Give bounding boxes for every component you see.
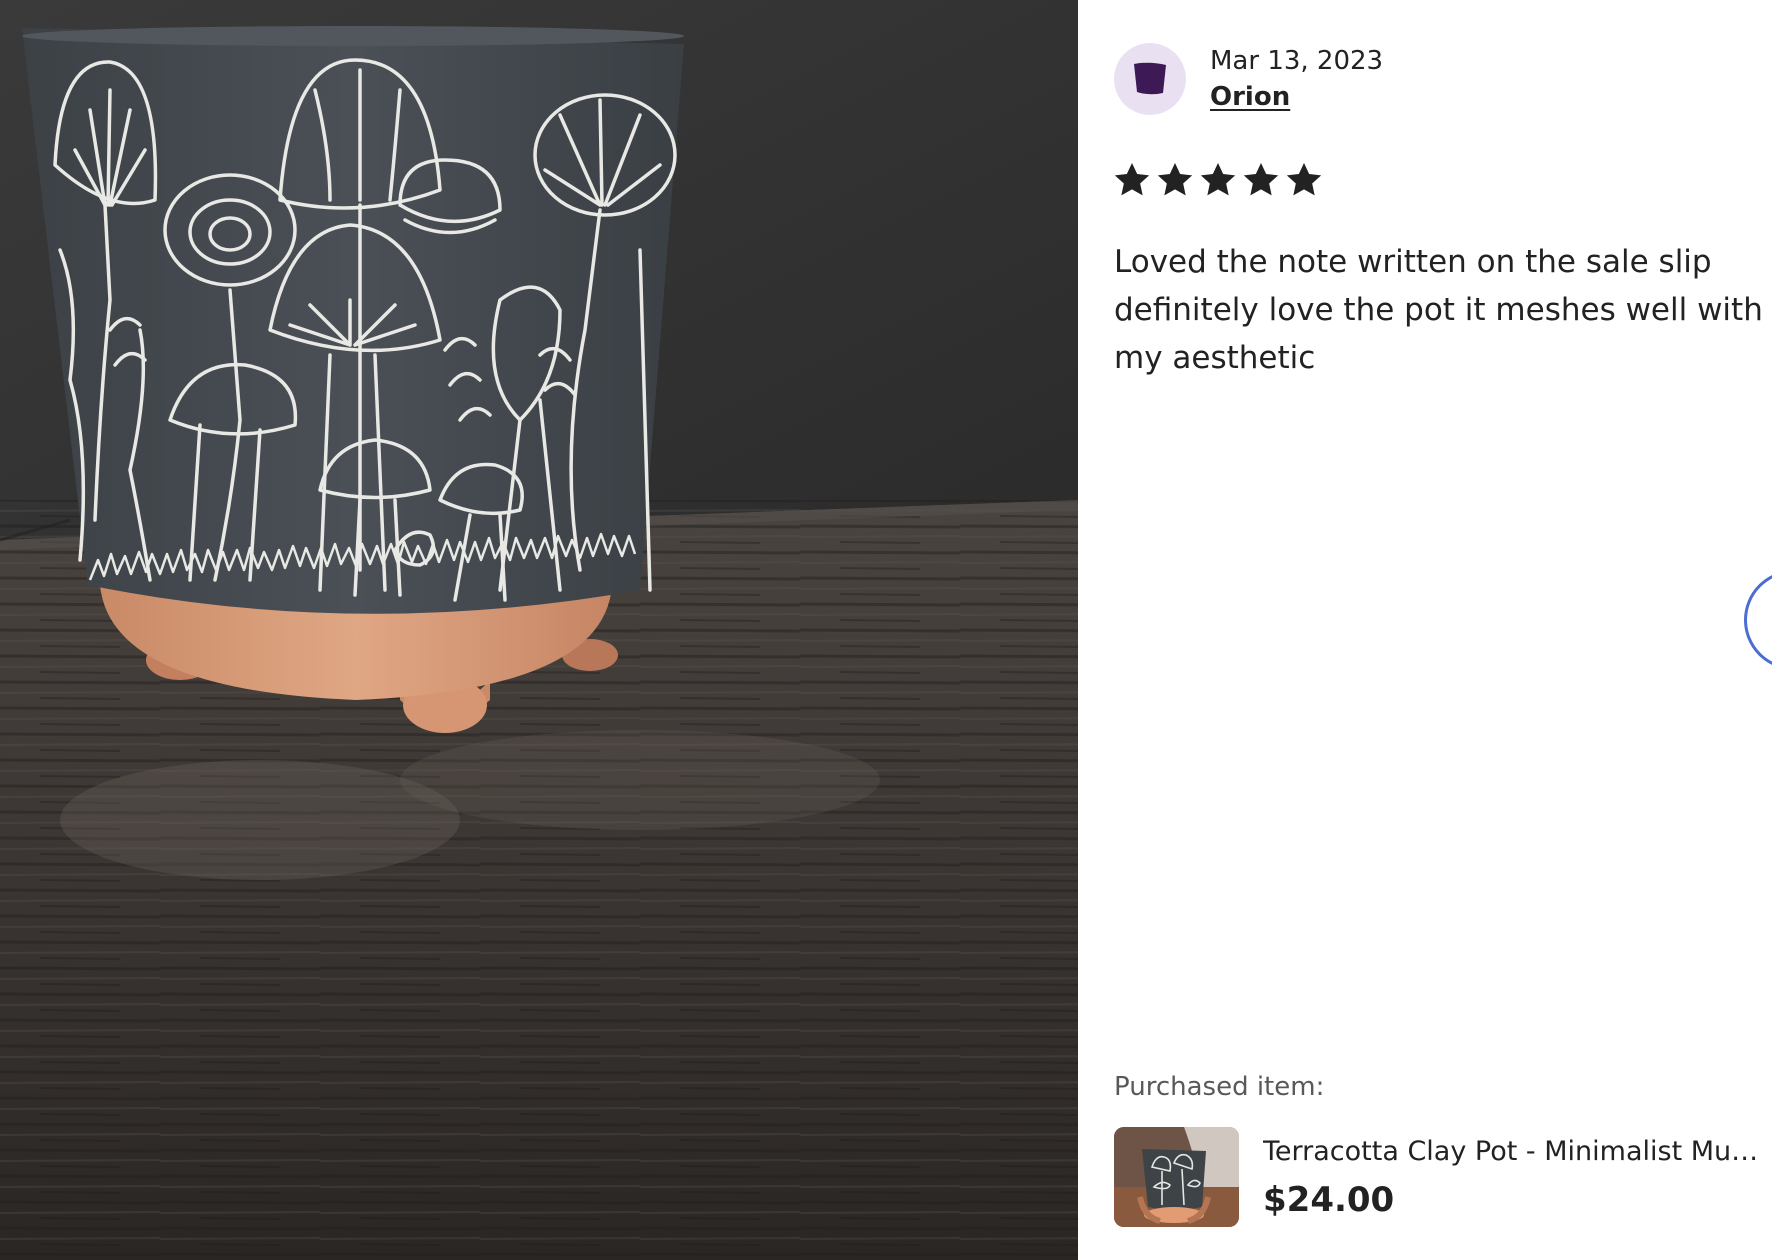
mushroom-pot-photo-icon: [0, 0, 1078, 1260]
item-thumbnail-icon: [1114, 1127, 1239, 1227]
reviewer-name-link[interactable]: Orion: [1210, 80, 1290, 114]
star-icon: [1157, 163, 1193, 196]
star-icon: [1243, 163, 1279, 196]
purchased-item-label: Purchased item:: [1114, 1072, 1325, 1102]
star-icon: [1286, 163, 1322, 196]
star-rating: [1112, 160, 1324, 204]
star-icon: [1200, 163, 1236, 196]
review-photo: [0, 0, 1078, 1260]
review-date: Mar 13, 2023: [1210, 46, 1384, 76]
next-arrow-icon[interactable]: [1744, 570, 1772, 670]
item-title[interactable]: Terracotta Clay Pot - Minimalist Mushroo…: [1263, 1135, 1763, 1169]
item-thumbnail-image[interactable]: [1114, 1127, 1239, 1227]
review-text: Loved the note written on the sale slip …: [1114, 244, 1763, 376]
reviewer-avatar-icon[interactable]: [1114, 43, 1186, 115]
avatar-shape-icon: [1134, 62, 1166, 95]
review-overlay: Mar 13, 2023 Orion Loved the note writte…: [0, 0, 1772, 1260]
purchased-item-link[interactable]: Terracotta Clay Pot - Minimalist Mushroo…: [1114, 1127, 1772, 1227]
item-price: $24.00: [1263, 1180, 1395, 1220]
star-icon: [1114, 163, 1150, 196]
